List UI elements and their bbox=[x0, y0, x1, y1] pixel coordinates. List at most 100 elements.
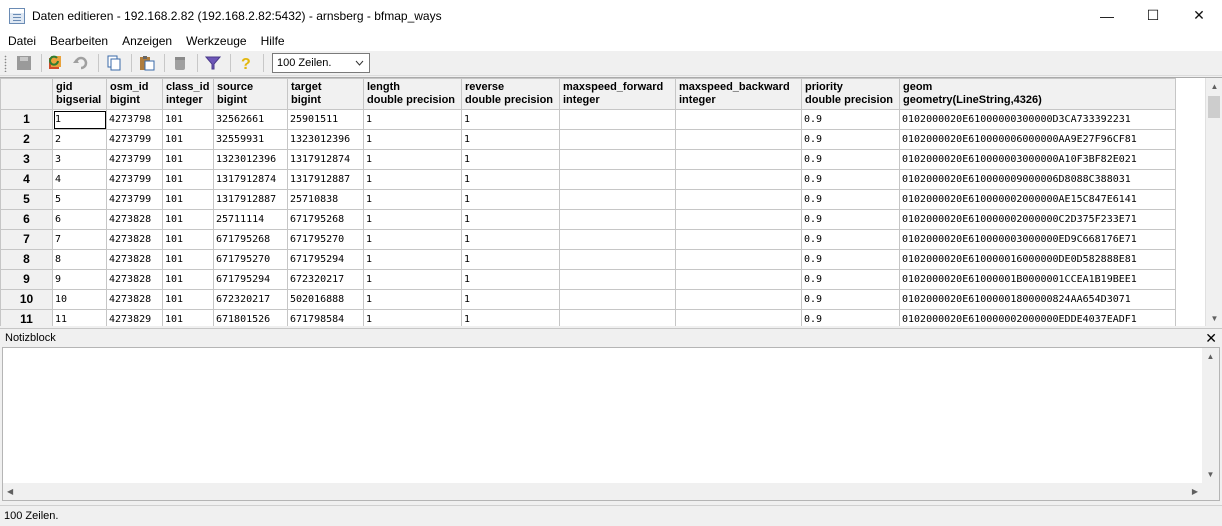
refresh-icon[interactable] bbox=[46, 52, 68, 74]
cell-geom[interactable]: 0102000020E610000002000000C2D375F233E71 bbox=[899, 209, 1176, 230]
cell-geom[interactable]: 0102000020E610000016000000DE0D582888E81 bbox=[899, 249, 1176, 270]
cell-reverse[interactable]: 1 bbox=[461, 189, 560, 210]
cell-source[interactable]: 25711114 bbox=[213, 209, 288, 230]
cell-reverse[interactable]: 1 bbox=[461, 109, 560, 130]
cell-class_id[interactable]: 101 bbox=[162, 269, 214, 290]
paste-icon[interactable] bbox=[136, 52, 158, 74]
cell-priority[interactable]: 0.9 bbox=[801, 249, 900, 270]
cell-gid[interactable]: 9 bbox=[52, 269, 107, 290]
row-header[interactable]: 3 bbox=[0, 149, 53, 170]
cell-osm_id[interactable]: 4273799 bbox=[106, 189, 163, 210]
row-header[interactable]: 1 bbox=[0, 109, 53, 130]
cell-reverse[interactable]: 1 bbox=[461, 229, 560, 250]
cell-maxspeed_backward[interactable] bbox=[675, 289, 802, 310]
cell-osm_id[interactable]: 4273799 bbox=[106, 169, 163, 190]
cell-priority[interactable]: 0.9 bbox=[801, 229, 900, 250]
cell-length[interactable]: 1 bbox=[363, 189, 462, 210]
cell-maxspeed_forward[interactable] bbox=[559, 169, 676, 190]
cell-source[interactable]: 1323012396 bbox=[213, 149, 288, 170]
cell-geom[interactable]: 0102000020E61000000300000D3CA733392231 bbox=[899, 109, 1176, 130]
cell-osm_id[interactable]: 4273828 bbox=[106, 269, 163, 290]
row-header[interactable]: 10 bbox=[0, 289, 53, 310]
cell-maxspeed_backward[interactable] bbox=[675, 249, 802, 270]
cell-class_id[interactable]: 101 bbox=[162, 169, 214, 190]
cell-maxspeed_backward[interactable] bbox=[675, 309, 802, 326]
cell-gid[interactable]: 4 bbox=[52, 169, 107, 190]
cell-length[interactable]: 1 bbox=[363, 209, 462, 230]
cell-length[interactable]: 1 bbox=[363, 289, 462, 310]
cell-reverse[interactable]: 1 bbox=[461, 209, 560, 230]
cell-geom[interactable]: 0102000020E61000001800000824AA654D3071 bbox=[899, 289, 1176, 310]
cell-osm_id[interactable]: 4273828 bbox=[106, 229, 163, 250]
column-header-priority[interactable]: priority double precision bbox=[801, 78, 900, 110]
undo-icon[interactable] bbox=[70, 52, 92, 74]
cell-geom[interactable]: 0102000020E610000002000000AE15C847E6141 bbox=[899, 189, 1176, 210]
cell-target[interactable]: 25901511 bbox=[287, 109, 364, 130]
cell-priority[interactable]: 0.9 bbox=[801, 109, 900, 130]
cell-maxspeed_forward[interactable] bbox=[559, 129, 676, 150]
cell-source[interactable]: 32559931 bbox=[213, 129, 288, 150]
cell-geom[interactable]: 0102000020E610000003000000ED9C668176E71 bbox=[899, 229, 1176, 250]
cell-target[interactable]: 25710838 bbox=[287, 189, 364, 210]
cell-maxspeed_backward[interactable] bbox=[675, 169, 802, 190]
row-header[interactable]: 9 bbox=[0, 269, 53, 290]
cell-geom[interactable]: 0102000020E610000006000000AA9E27F96CF81 bbox=[899, 129, 1176, 150]
cell-geom[interactable]: 0102000020E610000009000006D8088C388031 bbox=[899, 169, 1176, 190]
cell-target[interactable]: 671795294 bbox=[287, 249, 364, 270]
cell-priority[interactable]: 0.9 bbox=[801, 209, 900, 230]
cell-source[interactable]: 32562661 bbox=[213, 109, 288, 130]
cell-priority[interactable]: 0.9 bbox=[801, 169, 900, 190]
row-header[interactable]: 11 bbox=[0, 309, 53, 326]
column-header-class_id[interactable]: class_id integer bbox=[162, 78, 214, 110]
row-header[interactable]: 5 bbox=[0, 189, 53, 210]
cell-class_id[interactable]: 101 bbox=[162, 129, 214, 150]
cell-source[interactable]: 671801526 bbox=[213, 309, 288, 326]
cell-maxspeed_forward[interactable] bbox=[559, 289, 676, 310]
cell-geom[interactable]: 0102000020E61000001B0000001CCEA1B19BEE1 bbox=[899, 269, 1176, 290]
cell-reverse[interactable]: 1 bbox=[461, 269, 560, 290]
cell-source[interactable]: 671795294 bbox=[213, 269, 288, 290]
column-header-length[interactable]: length double precision bbox=[363, 78, 462, 110]
cell-class_id[interactable]: 101 bbox=[162, 309, 214, 326]
cell-geom[interactable]: 0102000020E610000003000000A10F3BF82E021 bbox=[899, 149, 1176, 170]
column-header-target[interactable]: target bigint bbox=[287, 78, 364, 110]
close-button[interactable]: ✕ bbox=[1176, 0, 1222, 31]
cell-reverse[interactable]: 1 bbox=[461, 289, 560, 310]
cell-reverse[interactable]: 1 bbox=[461, 129, 560, 150]
cell-class_id[interactable]: 101 bbox=[162, 209, 214, 230]
column-header-maxspeed_forward[interactable]: maxspeed_forward integer bbox=[559, 78, 676, 110]
cell-gid[interactable]: 10 bbox=[52, 289, 107, 310]
cell-gid[interactable]: 11 bbox=[52, 309, 107, 326]
cell-priority[interactable]: 0.9 bbox=[801, 269, 900, 290]
cell-class_id[interactable]: 101 bbox=[162, 109, 214, 130]
row-limit-select[interactable]: 100 Zeilen. bbox=[272, 53, 370, 73]
cell-gid[interactable]: 2 bbox=[52, 129, 107, 150]
cell-maxspeed_forward[interactable] bbox=[559, 209, 676, 230]
grid-corner[interactable] bbox=[0, 78, 53, 110]
cell-maxspeed_forward[interactable] bbox=[559, 229, 676, 250]
cell-geom[interactable]: 0102000020E610000002000000EDDE4037EADF1 bbox=[899, 309, 1176, 326]
cell-maxspeed_backward[interactable] bbox=[675, 229, 802, 250]
minimize-button[interactable]: — bbox=[1084, 0, 1130, 31]
cell-gid[interactable]: 7 bbox=[52, 229, 107, 250]
column-header-maxspeed_backward[interactable]: maxspeed_backward integer bbox=[675, 78, 802, 110]
scroll-down-icon[interactable]: ▼ bbox=[1206, 310, 1222, 326]
scroll-thumb[interactable] bbox=[1208, 96, 1220, 118]
cell-target[interactable]: 502016888 bbox=[287, 289, 364, 310]
cell-osm_id[interactable]: 4273828 bbox=[106, 289, 163, 310]
column-header-geom[interactable]: geom geometry(LineString,4326) bbox=[899, 78, 1176, 110]
cell-maxspeed_backward[interactable] bbox=[675, 149, 802, 170]
cell-priority[interactable]: 0.9 bbox=[801, 189, 900, 210]
maximize-button[interactable]: ☐ bbox=[1130, 0, 1176, 31]
cell-target[interactable]: 672320217 bbox=[287, 269, 364, 290]
cell-maxspeed_backward[interactable] bbox=[675, 209, 802, 230]
cell-target[interactable]: 1323012396 bbox=[287, 129, 364, 150]
cell-length[interactable]: 1 bbox=[363, 129, 462, 150]
column-header-gid[interactable]: gid bigserial bbox=[52, 78, 107, 110]
cell-length[interactable]: 1 bbox=[363, 109, 462, 130]
menu-file[interactable]: Datei bbox=[0, 31, 43, 51]
scroll-up-icon[interactable]: ▲ bbox=[1206, 78, 1222, 95]
cell-target[interactable]: 671795268 bbox=[287, 209, 364, 230]
cell-gid[interactable]: 5 bbox=[52, 189, 107, 210]
grid-vertical-scrollbar[interactable]: ▲ ▼ bbox=[1205, 78, 1222, 326]
